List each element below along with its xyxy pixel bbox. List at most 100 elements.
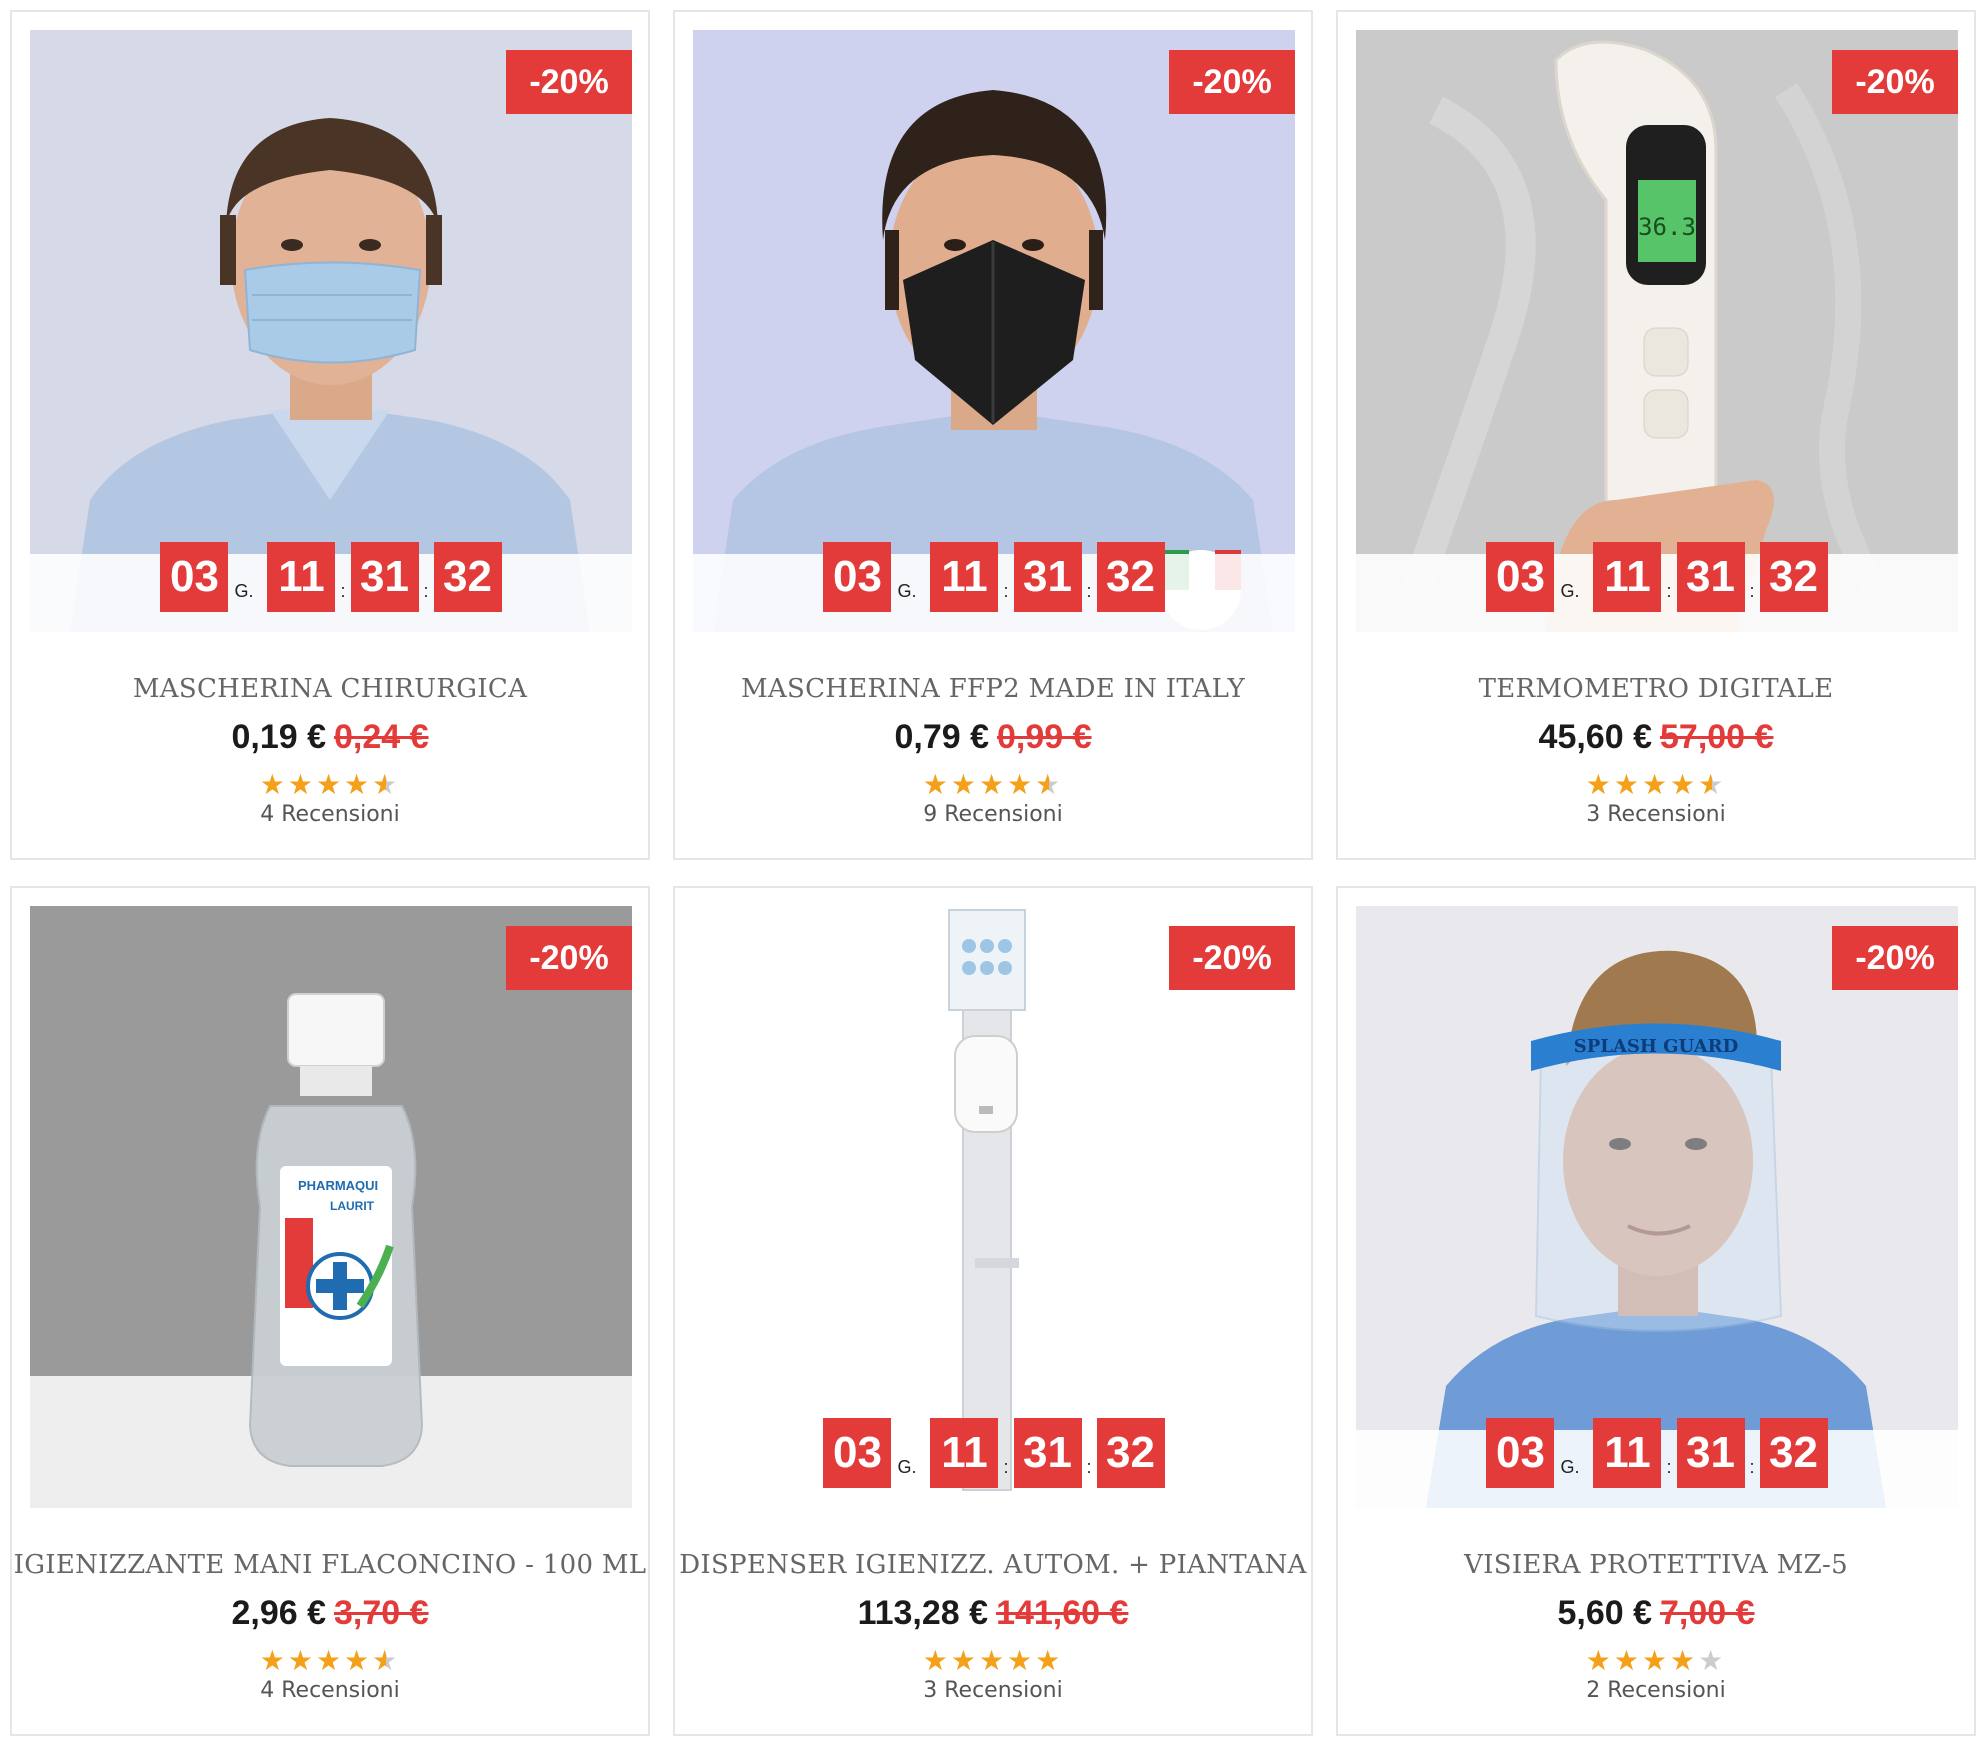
star-full-icon: ★ — [259, 1644, 288, 1677]
product-price: 2,96 € — [231, 1594, 326, 1632]
product-price: 5,60 € — [1557, 1594, 1652, 1632]
product-image[interactable]: 36.3 -20% 03 G. 11 : 31 : 32 — [1356, 30, 1958, 632]
review-count[interactable]: 4 Recensioni — [12, 1678, 648, 1703]
product-old-price: 141,60 € — [996, 1594, 1129, 1632]
discount-badge: -20% — [1169, 50, 1295, 114]
discount-badge: -20% — [1169, 926, 1295, 990]
countdown-separator: : — [340, 581, 346, 601]
star-full-icon: ★ — [344, 1644, 373, 1677]
review-count[interactable]: 3 Recensioni — [1338, 802, 1974, 827]
product-title[interactable]: TERMOMETRO DIGITALE — [1338, 674, 1974, 704]
product-title[interactable]: MASCHERINA FFP2 MADE IN ITALY — [675, 674, 1311, 704]
product-title[interactable]: IGIENIZZANTE MANI FLACONCINO - 100 ML — [12, 1550, 648, 1580]
product-card[interactable]: SPLASH GUARD -20% 03 G. 11 : 31 : 32 VIS… — [1336, 886, 1976, 1736]
countdown-seconds: 32 — [1096, 1418, 1165, 1488]
discount-badge: -20% — [506, 50, 632, 114]
product-image[interactable]: -20% 03 G. 11 : 31 : 32 — [693, 30, 1295, 632]
star-full-icon: ★ — [1670, 768, 1699, 801]
countdown-days: 03 — [1486, 542, 1555, 612]
star-full-icon: ★ — [315, 1644, 345, 1677]
star-full-icon: ★ — [287, 1644, 316, 1677]
countdown-separator: : — [1666, 581, 1672, 601]
star-rating: ★★★★★ — [675, 1644, 1311, 1677]
star-half-icon: ★ — [372, 768, 401, 801]
countdown-separator: : — [1003, 581, 1009, 601]
countdown-separator: : — [1086, 581, 1092, 601]
star-full-icon: ★ — [1035, 1644, 1064, 1677]
countdown-hours: 11 — [267, 542, 336, 612]
product-card[interactable]: -20% 03 G. 11 : 31 : 32 MASCHERINA FFP2 … — [673, 10, 1313, 860]
countdown-hours: 11 — [1593, 1418, 1662, 1488]
review-count[interactable]: 2 Recensioni — [1338, 1678, 1974, 1703]
star-full-icon: ★ — [1585, 1644, 1614, 1677]
product-old-price: 57,00 € — [1660, 718, 1774, 756]
discount-badge: -20% — [1832, 926, 1958, 990]
star-full-icon: ★ — [922, 768, 951, 801]
product-price: 113,28 € — [857, 1594, 989, 1632]
review-count[interactable]: 4 Recensioni — [12, 802, 648, 827]
countdown-timer: 03 G. 11 : 31 : 32 — [1356, 1416, 1958, 1490]
countdown-days-label: G. — [897, 581, 917, 601]
star-full-icon: ★ — [1670, 1644, 1699, 1677]
countdown-separator: : — [423, 581, 429, 601]
countdown-seconds: 32 — [1759, 542, 1828, 612]
thermometer-reading: 36.3 — [1638, 213, 1696, 241]
price-line: 5,60 €7,00 € — [1338, 1594, 1974, 1633]
star-full-icon: ★ — [315, 768, 345, 801]
star-rating: ★★★★★ — [1338, 1644, 1974, 1677]
product-image[interactable]: -20% 03 G. 11 : 31 : 32 — [30, 30, 632, 632]
countdown-seconds: 32 — [1759, 1418, 1828, 1488]
star-rating: ★★★★★ — [675, 768, 1311, 801]
product-title[interactable]: MASCHERINA CHIRURGICA — [12, 674, 648, 704]
price-line: 113,28 €141,60 € — [675, 1594, 1311, 1633]
star-full-icon: ★ — [1007, 768, 1036, 801]
star-full-icon: ★ — [1007, 1644, 1036, 1677]
countdown-minutes: 31 — [1676, 1418, 1745, 1488]
product-photo-hand-sanitizer-bottle: PHARMAQUI LAURIT — [30, 906, 632, 1508]
star-empty-icon: ★ — [1698, 1644, 1727, 1677]
bottle-brand-text: PHARMAQUI — [298, 1178, 378, 1193]
star-full-icon: ★ — [950, 768, 979, 801]
product-old-price: 7,00 € — [1660, 1594, 1755, 1632]
product-old-price: 0,99 € — [997, 718, 1092, 756]
star-full-icon: ★ — [344, 768, 373, 801]
countdown-minutes: 31 — [1013, 1418, 1082, 1488]
product-grid: -20% 03 G. 11 : 31 : 32 MASCHERINA CHIRU… — [0, 0, 1986, 1742]
star-rating: ★★★★★ — [12, 768, 648, 801]
price-line: 45,60 €57,00 € — [1338, 718, 1974, 757]
product-old-price: 3,70 € — [334, 1594, 429, 1632]
countdown-hours: 11 — [930, 542, 999, 612]
countdown-timer: 03 G. 11 : 31 : 32 — [693, 540, 1295, 614]
product-title[interactable]: DISPENSER IGIENIZZ. AUTOM. + PIANTANA — [675, 1550, 1311, 1580]
product-price: 45,60 € — [1538, 718, 1652, 756]
review-count[interactable]: 9 Recensioni — [675, 802, 1311, 827]
product-image[interactable]: PHARMAQUI LAURIT -20% — [30, 906, 632, 1508]
product-card[interactable]: 36.3 -20% 03 G. 11 : 31 : 32 TERMOMETRO … — [1336, 10, 1976, 860]
product-title[interactable]: VISIERA PROTETTIVA MZ-5 — [1338, 1550, 1974, 1580]
star-half-icon: ★ — [372, 1644, 401, 1677]
star-full-icon: ★ — [1641, 768, 1671, 801]
discount-badge: -20% — [506, 926, 632, 990]
countdown-seconds: 32 — [1096, 542, 1165, 612]
countdown-minutes: 31 — [1676, 542, 1745, 612]
product-card[interactable]: -20% 03 G. 11 : 31 : 32 DISPENSER IGIENI… — [673, 886, 1313, 1736]
countdown-seconds: 32 — [433, 542, 502, 612]
countdown-days-label: G. — [1560, 581, 1580, 601]
countdown-timer: 03 G. 11 : 31 : 32 — [30, 540, 632, 614]
countdown-hours: 11 — [1593, 542, 1662, 612]
countdown-timer: 03 G. 11 : 31 : 32 — [1356, 540, 1958, 614]
countdown-hours: 11 — [930, 1418, 999, 1488]
product-card[interactable]: -20% 03 G. 11 : 31 : 32 MASCHERINA CHIRU… — [10, 10, 650, 860]
countdown-separator: : — [1086, 1457, 1092, 1477]
countdown-separator: : — [1749, 581, 1755, 601]
product-card[interactable]: PHARMAQUI LAURIT -20% IGIENIZZANTE MANI … — [10, 886, 650, 1736]
star-full-icon: ★ — [978, 768, 1008, 801]
countdown-days: 03 — [823, 1418, 892, 1488]
countdown-minutes: 31 — [1013, 542, 1082, 612]
review-count[interactable]: 3 Recensioni — [675, 1678, 1311, 1703]
countdown-separator: : — [1003, 1457, 1009, 1477]
product-image[interactable]: SPLASH GUARD -20% 03 G. 11 : 31 : 32 — [1356, 906, 1958, 1508]
product-image[interactable]: -20% 03 G. 11 : 31 : 32 — [693, 906, 1295, 1508]
star-full-icon: ★ — [922, 1644, 951, 1677]
countdown-separator: : — [1666, 1457, 1672, 1477]
